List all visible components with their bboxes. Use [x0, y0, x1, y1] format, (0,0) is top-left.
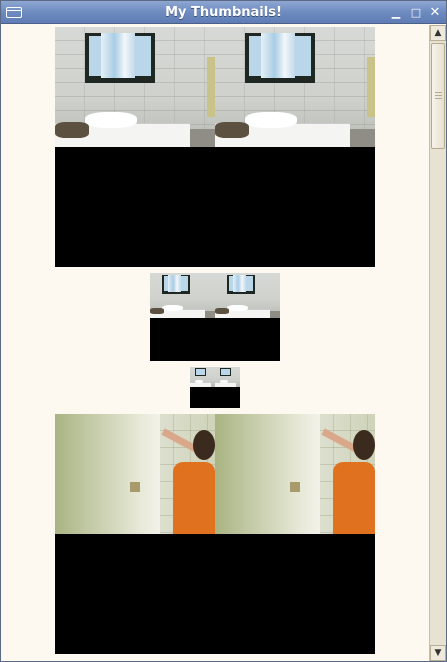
thumbnail-image-right [215, 367, 240, 387]
scrollbar-thumb[interactable] [431, 43, 445, 149]
close-button[interactable]: ✕ [427, 5, 443, 20]
thumbnail-image-left [55, 414, 215, 534]
thumbnail-large-bedroom[interactable] [55, 27, 375, 267]
thumbnail-image-right [215, 273, 280, 318]
scroll-up-arrow[interactable]: ▲ [430, 25, 446, 41]
minimize-button[interactable]: ▁ [388, 5, 404, 20]
thumbnail-list [2, 25, 429, 661]
vertical-scrollbar[interactable]: ▲ ▼ [429, 25, 446, 661]
thumbnail-image-left [55, 27, 215, 147]
scroll-down-arrow[interactable]: ▼ [430, 645, 446, 661]
maximize-button[interactable]: □ [408, 5, 424, 20]
window-title: My Thumbnails! [165, 5, 282, 20]
thumbnail-image-right [215, 414, 375, 534]
thumbnail-medium-bedroom[interactable] [150, 273, 280, 361]
app-window: My Thumbnails! ▁ □ ✕ ▲ ▼ [0, 0, 447, 662]
thumbnail-image-left [190, 367, 215, 387]
thumbnail-image-left [150, 273, 215, 318]
titlebar[interactable]: My Thumbnails! ▁ □ ✕ [1, 1, 446, 24]
thumbnail-small-bedroom[interactable] [190, 367, 240, 408]
thumbnail-large-bathroom[interactable] [55, 414, 375, 654]
thumbnail-image-right [215, 27, 375, 147]
